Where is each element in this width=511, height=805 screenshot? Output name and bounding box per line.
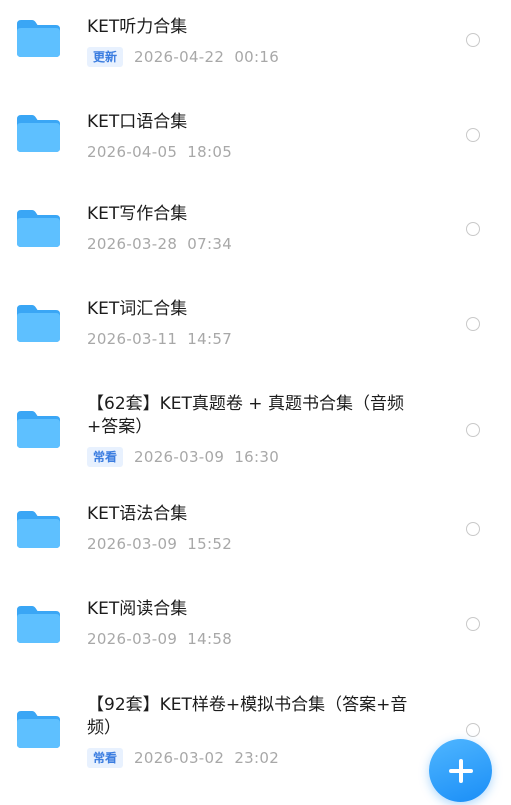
folder-icon	[17, 710, 60, 748]
file-text: KET语法合集 2026-03-09 15:52	[87, 503, 432, 555]
file-meta: 2026-04-05 18:05	[87, 141, 432, 163]
file-meta: 2026-03-09 15:52	[87, 533, 432, 555]
status-badge: 常看	[87, 748, 124, 768]
file-meta: 常看 2026-03-09 16:30	[87, 446, 422, 468]
file-date: 2026-03-09 16:30	[134, 448, 280, 466]
folder-icon	[17, 209, 60, 247]
file-meta: 2026-03-09 14:58	[87, 628, 432, 650]
file-item-ket-reading[interactable]: KET阅读合集 2026-03-09 14:58	[0, 585, 511, 680]
folder-icon	[17, 605, 60, 643]
select-radio[interactable]	[466, 723, 480, 737]
file-date: 2026-03-09 15:52	[87, 535, 233, 553]
file-text: KET写作合集 2026-03-28 07:34	[87, 203, 432, 255]
file-item-ket-speaking[interactable]: KET口语合集 2026-04-05 18:05	[0, 95, 511, 190]
select-radio[interactable]	[466, 617, 480, 631]
status-badge: 更新	[87, 47, 124, 67]
file-name: KET听力合集	[87, 17, 188, 37]
file-item-ket-vocabulary[interactable]: KET词汇合集 2026-03-11 14:57	[0, 285, 511, 380]
file-text: KET词汇合集 2026-03-11 14:57	[87, 298, 432, 350]
file-name: 【92套】KET样卷+模拟书合集（答案+音频）	[87, 695, 408, 738]
file-date: 2026-04-22 00:16	[134, 48, 280, 66]
file-date: 2026-03-02 23:02	[134, 749, 280, 767]
add-button[interactable]	[429, 739, 492, 802]
select-radio[interactable]	[466, 317, 480, 331]
file-date: 2026-03-09 14:58	[87, 630, 233, 648]
file-item-ket-past-papers[interactable]: 【62套】KET真题卷 + 真题书合集（音频+答案） 常看 2026-03-09…	[0, 380, 511, 490]
file-text: KET阅读合集 2026-03-09 14:58	[87, 598, 432, 650]
folder-icon	[17, 410, 60, 448]
file-name: 【62套】KET真题卷 + 真题书合集（音频+答案）	[87, 394, 404, 437]
file-item-ket-listening[interactable]: KET听力合集 更新 2026-04-22 00:16	[0, 0, 511, 95]
file-text: 【62套】KET真题卷 + 真题书合集（音频+答案） 常看 2026-03-09…	[87, 393, 422, 468]
file-meta: 2026-03-11 14:57	[87, 328, 432, 350]
file-item-ket-writing[interactable]: KET写作合集 2026-03-28 07:34	[0, 190, 511, 285]
file-meta: 更新 2026-04-22 00:16	[87, 46, 432, 68]
plus-icon	[448, 758, 473, 783]
folder-icon	[17, 510, 60, 548]
file-date: 2026-04-05 18:05	[87, 143, 233, 161]
file-meta: 常看 2026-03-02 23:02	[87, 747, 422, 769]
file-name: KET语法合集	[87, 504, 188, 524]
select-radio[interactable]	[466, 33, 480, 47]
folder-icon	[17, 19, 60, 57]
select-radio[interactable]	[466, 128, 480, 142]
select-radio[interactable]	[466, 222, 480, 236]
file-item-ket-grammar[interactable]: KET语法合集 2026-03-09 15:52	[0, 490, 511, 585]
folder-icon	[17, 114, 60, 152]
file-name: KET词汇合集	[87, 299, 188, 319]
select-radio[interactable]	[466, 423, 480, 437]
file-date: 2026-03-11 14:57	[87, 330, 233, 348]
folder-icon	[17, 304, 60, 342]
file-meta: 2026-03-28 07:34	[87, 233, 432, 255]
file-name: KET口语合集	[87, 112, 188, 132]
select-radio[interactable]	[466, 522, 480, 536]
file-date: 2026-03-28 07:34	[87, 235, 233, 253]
file-text: 【92套】KET样卷+模拟书合集（答案+音频） 常看 2026-03-02 23…	[87, 694, 422, 769]
file-name: KET阅读合集	[87, 599, 188, 619]
file-text: KET口语合集 2026-04-05 18:05	[87, 111, 432, 163]
status-badge: 常看	[87, 447, 124, 467]
file-name: KET写作合集	[87, 204, 188, 224]
file-list: KET听力合集 更新 2026-04-22 00:16 KET口语合集 2026…	[0, 0, 511, 805]
file-text: KET听力合集 更新 2026-04-22 00:16	[87, 16, 432, 68]
